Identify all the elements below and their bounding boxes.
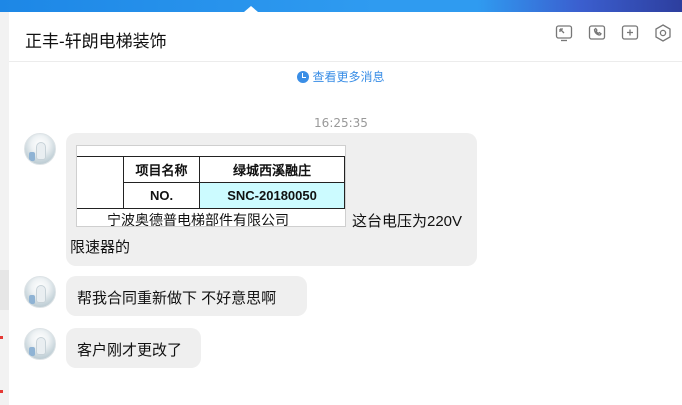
avatar[interactable] [24, 328, 56, 360]
avatar-detail [29, 295, 35, 304]
image-company-name: 宁波奥德普电梯部件有限公司 [107, 212, 289, 227]
load-more-link[interactable]: 查看更多消息 [0, 68, 682, 85]
window-top-bar [0, 0, 682, 12]
avatar[interactable] [24, 276, 56, 308]
message-bubble[interactable]: 项目名称 绿城西溪融庄 NO. SNC-20180050 宁波奥德普电梯部件有限… [66, 133, 477, 266]
message-image[interactable]: 项目名称 绿城西溪融庄 NO. SNC-20180050 宁波奥德普电梯部件有限… [76, 145, 346, 227]
message-text: 限速器的 [70, 239, 131, 256]
avatar-figure [36, 285, 46, 303]
history-clock-icon [297, 71, 310, 83]
selected-conversation-highlight[interactable] [0, 270, 9, 310]
settings-icon[interactable] [653, 23, 673, 43]
message-text: 这台电压为220V [352, 213, 463, 230]
phone-icon[interactable] [587, 23, 607, 43]
image-header-value: 绿城西溪融庄 [199, 156, 345, 183]
message-timestamp: 16:25:35 [314, 116, 368, 130]
message-bubble[interactable]: 客户刚才更改了 [66, 328, 201, 368]
image-row-label: NO. [122, 182, 201, 209]
load-more-label: 查看更多消息 [312, 70, 385, 84]
avatar-figure [36, 142, 46, 160]
image-header-label: 项目名称 [122, 156, 201, 183]
avatar-detail [29, 347, 35, 356]
add-member-icon[interactable] [620, 23, 640, 43]
image-table: 项目名称 绿城西溪融庄 NO. SNC-20180050 [122, 156, 345, 209]
message-bubble[interactable]: 帮我合同重新做下 不好意思啊 [66, 276, 307, 316]
image-table-edge [77, 156, 123, 209]
avatar[interactable] [24, 133, 56, 165]
chat-header: 正丰-轩朗电梯装饰 [9, 12, 682, 62]
avatar-figure [36, 337, 46, 355]
avatar-detail [29, 152, 35, 161]
message-text: 客户刚才更改了 [77, 342, 183, 359]
unread-dot-icon [0, 336, 3, 339]
image-row-value: SNC-20180050 [199, 182, 345, 209]
chat-title: 正丰-轩朗电梯装饰 [25, 32, 167, 51]
screen-share-icon[interactable] [554, 23, 574, 43]
message-text: 帮我合同重新做下 不好意思啊 [77, 290, 277, 307]
unread-dot-icon [0, 390, 3, 393]
